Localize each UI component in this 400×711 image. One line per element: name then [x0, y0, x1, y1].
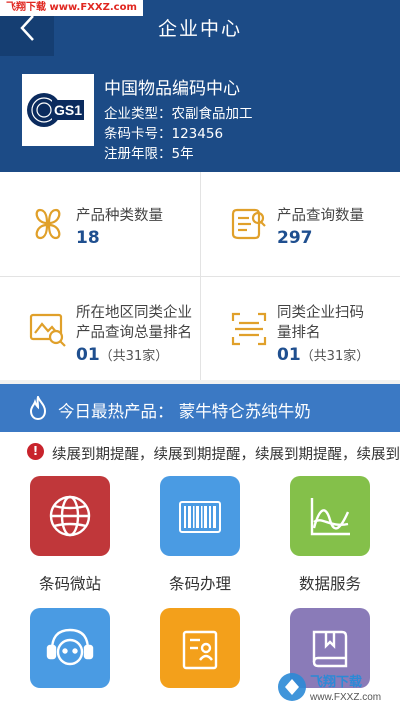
svg-text:GS1: GS1 [54, 102, 82, 118]
company-years: 注册年限：5年 [104, 146, 194, 162]
stat-label: 产品种类数量 [76, 208, 163, 224]
barcode-icon [179, 501, 221, 533]
stat-label-line2: 量排名 [277, 325, 321, 341]
alert-icon: ! [27, 443, 44, 460]
id-card-icon [182, 630, 218, 670]
search-doc-icon [231, 208, 266, 240]
stat-value: 01 [76, 345, 100, 365]
stat-value: 18 [76, 228, 100, 248]
hot-product-banner[interactable]: 今日最热产品： 蒙牛特仑苏纯牛奶 [0, 384, 400, 432]
tile-data-service[interactable] [290, 476, 370, 556]
tile-barcode-processing[interactable] [160, 476, 240, 556]
tile-barcode-microsite[interactable] [30, 476, 110, 556]
company-card: GS1 中国物品编码中心 企业类型：农副食品加工 条码卡号：123456 注册年… [0, 56, 400, 172]
stat-label: 产品查询数量 [277, 208, 364, 224]
watermark-top: 飞翔下载 www.FXXZ.com [0, 0, 143, 16]
fire-icon [29, 396, 47, 420]
clover-icon [35, 208, 61, 240]
company-card-number: 条码卡号：123456 [104, 126, 224, 142]
gs1-logo-icon: GS1 [27, 93, 84, 127]
stat-product-types[interactable]: 产品种类数量 18 [0, 172, 200, 276]
tile-label: 数据服务 [298, 575, 361, 593]
notice-text: 续展到期提醒，续展到期提醒，续展到期提醒，续展到期提醒 [52, 447, 400, 463]
stat-value-row: 01（共31家） [277, 345, 369, 365]
hot-product-text: 今日最热产品： 蒙牛特仑苏纯牛奶 [58, 402, 311, 421]
globe-icon [49, 495, 91, 537]
watermark-logo-icon: 飞翔下载 www.FXXZ.com [278, 673, 381, 703]
stat-scan-rank[interactable]: 同类企业扫码 量排名 01（共31家） [200, 276, 400, 380]
stat-label-line1: 同类企业扫码 [277, 305, 364, 321]
watermark-bottom: 飞翔下载 www.FXXZ.com [276, 669, 394, 705]
stat-unit: （共31家） [99, 349, 169, 364]
svg-text:飞翔下载: 飞翔下载 [310, 674, 362, 690]
stat-value: 01 [277, 345, 301, 365]
stat-label-line2: 产品查询总量排名 [76, 325, 192, 341]
company-name: 中国物品编码中心 [104, 79, 240, 99]
stat-unit: （共31家） [300, 349, 370, 364]
company-logo: GS1 [22, 74, 94, 146]
tile-customer-service[interactable] [30, 608, 110, 688]
chart-icon [310, 498, 350, 536]
stat-value-row: 01（共31家） [76, 345, 168, 365]
scan-icon [231, 312, 267, 346]
support-icon [46, 628, 94, 666]
company-type: 企业类型：农副食品加工 [104, 106, 253, 122]
image-search-icon [29, 313, 66, 347]
tile-label: 条码办理 [168, 575, 231, 593]
stat-label-line1: 所在地区同类企业 [76, 305, 192, 321]
page-title: 企业中心 [157, 18, 242, 40]
stats-panel: 产品种类数量 18 产品查询数量 297 所在地区同类企业 产品查询总量排名 0… [0, 172, 400, 380]
tile-certificate[interactable] [160, 608, 240, 688]
stat-value: 297 [277, 228, 313, 248]
svg-text:www.FXXZ.com: www.FXXZ.com [309, 692, 381, 703]
stat-product-queries[interactable]: 产品查询数量 297 [200, 172, 400, 276]
tile-label: 条码微站 [38, 575, 101, 593]
stat-region-rank[interactable]: 所在地区同类企业 产品查询总量排名 01（共31家） [0, 276, 200, 380]
notice-bar[interactable]: ! 续展到期提醒，续展到期提醒，续展到期提醒，续展到期提醒 [0, 432, 400, 472]
